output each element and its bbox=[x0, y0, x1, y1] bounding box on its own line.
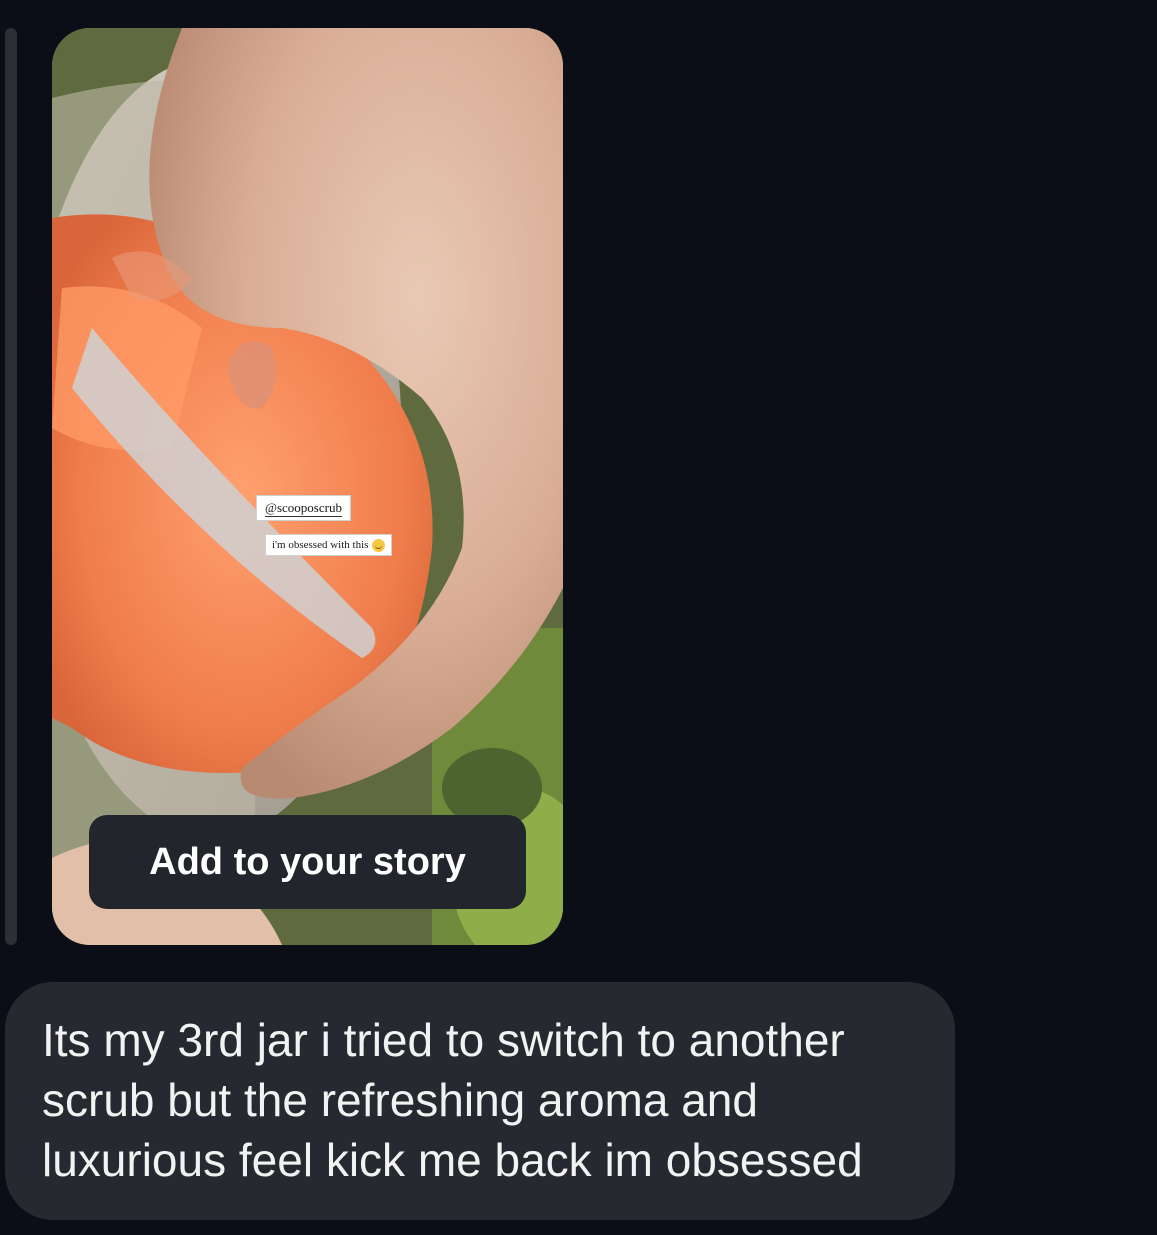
caption-sticker: i'm obsessed with this bbox=[265, 534, 393, 556]
shared-story-card[interactable]: @scooposcrub i'm obsessed with this Add … bbox=[52, 28, 563, 945]
message-text: Its my 3rd jar i tried to switch to anot… bbox=[42, 1014, 863, 1186]
mention-text: @scooposcrub bbox=[265, 500, 342, 515]
message-bubble[interactable]: Its my 3rd jar i tried to switch to anot… bbox=[5, 982, 955, 1220]
reply-indicator-bar bbox=[5, 28, 17, 945]
smiling-face-icon bbox=[372, 538, 386, 552]
caption-text: i'm obsessed with this bbox=[272, 539, 369, 551]
story-photo bbox=[52, 28, 563, 945]
mention-sticker[interactable]: @scooposcrub bbox=[256, 495, 351, 521]
dm-conversation: @scooposcrub i'm obsessed with this Add … bbox=[0, 0, 1157, 1235]
add-to-story-button[interactable]: Add to your story bbox=[89, 815, 526, 909]
